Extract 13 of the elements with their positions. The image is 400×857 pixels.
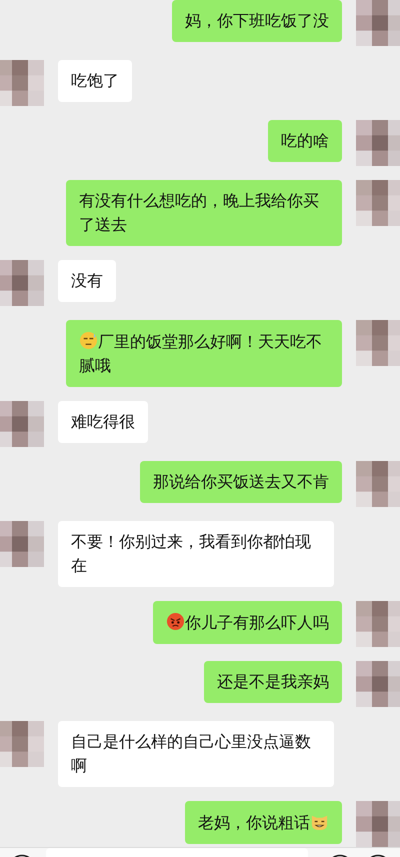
sent-message: 吃的啥: [268, 120, 342, 162]
sent-message: 你儿子有那么吓人吗: [153, 601, 342, 644]
sent-message: 老妈，你说粗话: [185, 801, 342, 844]
sent-message: 厂里的饭堂那么好啊！天天吃不腻哦: [66, 320, 342, 387]
received-message: 吃饱了: [58, 60, 132, 102]
sent-message: 妈，你下班吃饭了没: [172, 0, 342, 42]
received-message: 没有: [58, 260, 116, 302]
received-message: 不要！你别过来，我看到你都怕现在: [58, 521, 334, 587]
sent-message: 有没有什么想吃的，晚上我给你买了送去: [66, 180, 342, 246]
received-message: 自己是什么样的自己心里没点逼数啊: [58, 721, 334, 787]
sent-message: 还是不是我亲妈: [204, 661, 342, 703]
received-message: 难吃得很: [58, 401, 148, 443]
sent-message: 那说给你买饭送去又不肯: [140, 461, 342, 503]
